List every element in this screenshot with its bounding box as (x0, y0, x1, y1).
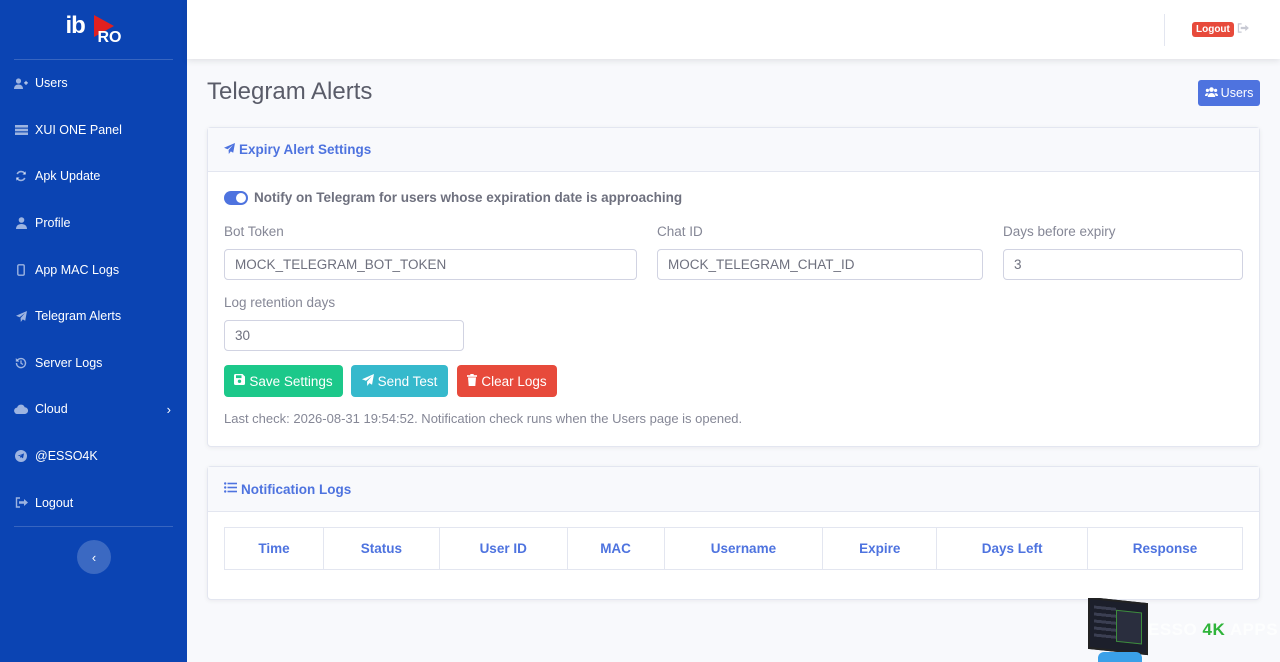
sidebar-item-xui-one-panel[interactable]: XUI ONE Panel (0, 107, 187, 154)
chat-id-label: Chat ID (657, 224, 703, 239)
save-settings-label: Save Settings (249, 373, 333, 389)
monitor-icon (1088, 598, 1148, 656)
notification-logs-card: Notification Logs Time Status User ID MA… (207, 466, 1260, 600)
expiry-alert-settings-card: Expiry Alert Settings Notify on Telegram… (207, 127, 1260, 447)
column-header-expire[interactable]: Expire (822, 527, 938, 570)
brand-logo: ib RO (65, 11, 122, 46)
column-header-days-left[interactable]: Days Left (936, 527, 1089, 570)
paper-plane-icon (224, 142, 235, 157)
sidebar-nav: Users XUI ONE Panel Apk Update Profile A… (0, 60, 187, 526)
sidebar-item-logout[interactable]: Logout (0, 479, 187, 526)
column-header-mac[interactable]: MAC (566, 527, 665, 570)
sidebar-item-label: Cloud (35, 402, 68, 417)
trash-icon (467, 373, 478, 389)
users-icon (1204, 86, 1218, 100)
days-before-expiry-label: Days before expiry (1003, 224, 1116, 239)
send-test-label: Send Test (377, 373, 438, 389)
watermark-text: ESSO 4K APPS (1148, 620, 1279, 639)
telegram-icon (14, 450, 28, 463)
brand[interactable]: ib RO (14, 0, 173, 60)
sidebar-item-label: Telegram Alerts (35, 309, 122, 324)
sidebar-item-users[interactable]: Users (0, 60, 187, 107)
users-button[interactable]: Users (1198, 80, 1260, 106)
notification-logs-table: Time Status User ID MAC Username Expire … (224, 527, 1243, 570)
notify-toggle-row: Notify on Telegram for users whose expir… (224, 190, 682, 205)
sidebar-toggle-button[interactable]: ‹ (77, 540, 111, 574)
logout-badge: Logout (1192, 22, 1234, 37)
last-check-text: Last check: 2026-08-31 19:54:52. Notific… (224, 411, 743, 426)
sidebar: ib RO Users XUI ONE Panel Apk Update Pro… (0, 0, 187, 662)
sign-out-icon (14, 497, 28, 509)
column-header-time[interactable]: Time (224, 527, 324, 570)
sidebar-item-profile[interactable]: Profile (0, 200, 187, 247)
cloud-icon (14, 403, 28, 415)
topbar-logout-button[interactable]: Logout (1192, 22, 1249, 37)
sidebar-item-server-logs[interactable]: Server Logs (0, 340, 187, 387)
users-button-label: Users (1220, 86, 1254, 100)
column-header-user-id[interactable]: User ID (438, 527, 568, 570)
sidebar-item-label: Profile (35, 216, 71, 231)
bot-token-label: Bot Token (224, 224, 284, 239)
chevron-right-icon: › (166, 401, 171, 417)
log-retention-label: Log retention days (224, 295, 336, 310)
sidebar-item-app-mac-logs[interactable]: App MAC Logs (0, 246, 187, 293)
sidebar-item-label: XUI ONE Panel (35, 122, 122, 137)
mobile-icon (14, 263, 28, 276)
sidebar-item-label: Users (35, 76, 68, 91)
chat-id-input[interactable] (657, 249, 983, 280)
save-icon (234, 374, 246, 388)
notify-toggle-switch[interactable] (224, 190, 248, 205)
send-test-button[interactable]: Send Test (351, 365, 448, 397)
user-icon (14, 217, 28, 230)
card-header: Notification Logs (208, 467, 1259, 512)
sidebar-divider (14, 525, 173, 527)
notify-toggle-label[interactable]: Notify on Telegram for users whose expir… (254, 190, 682, 205)
column-header-response[interactable]: Response (1087, 527, 1243, 570)
column-header-status[interactable]: Status (322, 527, 440, 570)
history-icon (14, 357, 28, 369)
topbar: Logout (187, 0, 1280, 59)
page-title: Telegram Alerts (207, 78, 373, 105)
log-retention-input[interactable] (224, 320, 464, 351)
save-settings-button[interactable]: Save Settings (224, 365, 343, 397)
sidebar-item-telegram-alerts[interactable]: Telegram Alerts (0, 293, 187, 340)
sidebar-item-label: @ESSO4K (35, 449, 98, 464)
paper-plane-icon (14, 310, 28, 322)
monitor-stand (1098, 652, 1142, 662)
chevron-left-icon: ‹ (91, 549, 97, 565)
clear-logs-button[interactable]: Clear Logs (457, 365, 557, 397)
bot-token-input[interactable] (224, 249, 637, 280)
server-icon (14, 124, 28, 136)
column-header-username[interactable]: Username (663, 527, 824, 570)
sidebar-item-cloud[interactable]: Cloud › (0, 386, 187, 433)
list-icon (224, 482, 237, 496)
sidebar-item-label: Server Logs (35, 355, 103, 370)
card-title: Notification Logs (241, 481, 352, 497)
topbar-divider (1164, 14, 1165, 46)
watermark-logo: ESSO 4K APPS (1086, 598, 1280, 662)
sidebar-item-label: App MAC Logs (35, 262, 120, 277)
paper-plane-icon (361, 373, 374, 389)
clear-logs-label: Clear Logs (481, 373, 547, 389)
sidebar-item-label: Apk Update (35, 169, 101, 184)
sidebar-item-apk-update[interactable]: Apk Update (0, 153, 187, 200)
card-header: Expiry Alert Settings (208, 128, 1259, 172)
sidebar-item-label: Logout (35, 495, 74, 510)
sidebar-item-esso4k[interactable]: @ESSO4K (0, 433, 187, 480)
card-title: Expiry Alert Settings (239, 142, 372, 157)
refresh-icon (14, 170, 28, 182)
user-plus-icon (14, 77, 28, 89)
days-before-expiry-input[interactable] (1003, 249, 1243, 280)
table-header-row: Time Status User ID MAC Username Expire … (224, 527, 1243, 570)
sign-out-icon (1237, 23, 1249, 36)
